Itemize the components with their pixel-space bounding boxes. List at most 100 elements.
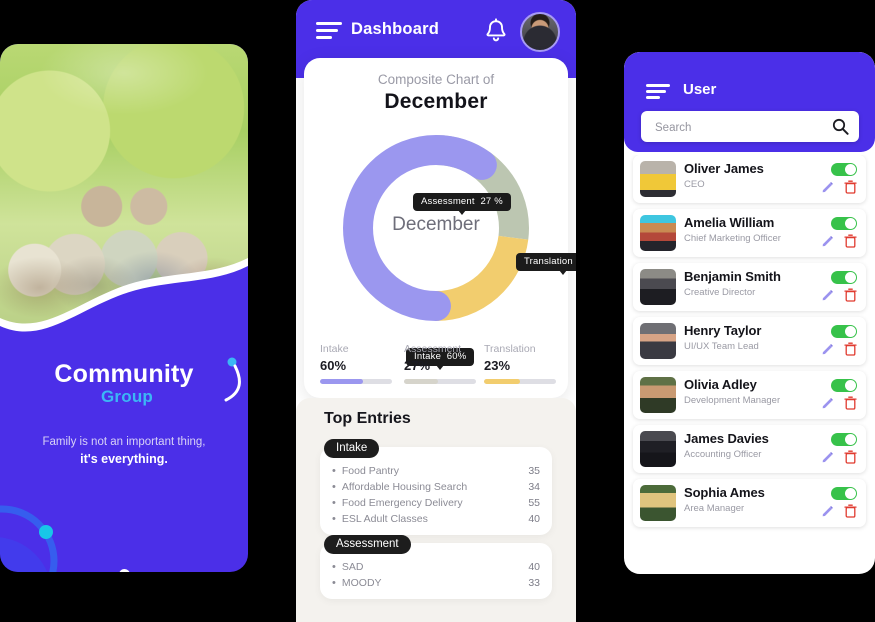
status-toggle[interactable] xyxy=(831,163,857,176)
pencil-icon[interactable] xyxy=(821,505,834,518)
donut-center-label: December xyxy=(392,214,480,235)
user-role: Accounting Officer xyxy=(684,449,762,460)
status-toggle[interactable] xyxy=(831,487,857,500)
entry-group-intake: Intake • Food Pantry 35 • Affordable Hou… xyxy=(320,438,552,535)
trash-icon[interactable] xyxy=(844,234,857,248)
pencil-icon[interactable] xyxy=(821,289,834,302)
trash-icon[interactable] xyxy=(844,180,857,194)
pencil-icon[interactable] xyxy=(821,343,834,356)
legend-bar xyxy=(320,379,392,384)
top-entries-section: Top Entries Intake • Food Pantry 35 • Af… xyxy=(296,398,576,622)
entry-name: Food Pantry xyxy=(341,465,400,477)
splash-body: Community Group Family is not an importa… xyxy=(0,284,248,572)
tooltip-assessment: Assessment 27 % xyxy=(413,193,511,215)
legend-bar xyxy=(484,379,556,384)
table-row[interactable]: Henry Taylor UI/UX Team Lead xyxy=(633,317,866,365)
user-panel-title: User xyxy=(683,81,717,98)
user-role: Creative Director xyxy=(684,287,756,298)
user-name: Amelia William xyxy=(684,215,775,230)
user-panel-header: User xyxy=(624,52,875,152)
bullet-icon: • xyxy=(332,560,336,573)
chart-subtitle: Composite Chart of xyxy=(377,72,495,87)
donut-chart: December Assessment 27 % Translation 23 … xyxy=(334,126,576,370)
legend-value: 60% xyxy=(320,358,347,373)
entry-value: 55 xyxy=(528,497,540,509)
list-item[interactable]: • Affordable Housing Search 34 xyxy=(332,479,540,495)
user-role: CEO xyxy=(684,179,705,190)
avatar xyxy=(640,485,676,521)
status-toggle[interactable] xyxy=(831,379,857,392)
entry-value: 34 xyxy=(528,481,540,493)
trash-icon[interactable] xyxy=(844,288,857,302)
user-role: Chief Marketing Officer xyxy=(684,233,781,244)
user-role: UI/UX Team Lead xyxy=(684,341,759,352)
entry-name: SAD xyxy=(341,561,364,573)
status-toggle[interactable] xyxy=(831,433,857,446)
legend-value: 27% xyxy=(404,358,431,373)
status-toggle[interactable] xyxy=(831,271,857,284)
list-item[interactable]: • ESL Adult Classes 40 xyxy=(332,511,540,527)
pencil-icon[interactable] xyxy=(821,397,834,410)
dashboard-panel: Dashboard Composite Chart of December De… xyxy=(296,0,576,622)
list-item[interactable]: • Food Pantry 35 xyxy=(332,463,540,479)
avatar xyxy=(640,215,676,251)
entry-group-assessment: Assessment • SAD 40 • MOODY 33 xyxy=(320,534,552,599)
user-name: Olivia Adley xyxy=(684,377,757,392)
carousel-dots[interactable] xyxy=(0,566,248,572)
list-item[interactable]: • SAD 40 xyxy=(332,559,540,575)
bullet-icon: • xyxy=(332,464,336,477)
table-row[interactable]: Benjamin Smith Creative Director xyxy=(633,263,866,311)
pencil-icon[interactable] xyxy=(821,181,834,194)
trash-icon[interactable] xyxy=(844,342,857,356)
tooltip-assessment-value: 27 % xyxy=(480,196,503,207)
user-avatar[interactable] xyxy=(520,12,560,52)
trash-icon[interactable] xyxy=(844,504,857,518)
table-row[interactable]: Amelia William Chief Marketing Officer xyxy=(633,209,866,257)
composite-chart-card: Composite Chart of December December Ass… xyxy=(304,58,576,398)
user-list[interactable]: Oliver James CEO Amelia William Chief Ma… xyxy=(624,155,875,574)
status-toggle[interactable] xyxy=(831,217,857,230)
entry-name: Food Emergency Delivery xyxy=(341,497,463,509)
entry-value: 40 xyxy=(528,561,540,573)
bell-icon[interactable] xyxy=(484,18,508,44)
search-box[interactable] xyxy=(641,111,859,144)
tooltip-translation: Translation 23 % xyxy=(516,253,576,275)
entry-value: 35 xyxy=(528,465,540,477)
user-role: Development Manager xyxy=(684,395,781,406)
list-item[interactable]: • MOODY 33 xyxy=(332,575,540,591)
avatar xyxy=(640,377,676,413)
table-row[interactable]: Sophia Ames Area Manager xyxy=(633,479,866,527)
search-icon[interactable] xyxy=(832,118,849,140)
trash-icon[interactable] xyxy=(844,396,857,410)
table-row[interactable]: James Davies Accounting Officer xyxy=(633,425,866,473)
user-name: Benjamin Smith xyxy=(684,269,781,284)
user-name: James Davies xyxy=(684,431,769,446)
brand-lockup: Community Group xyxy=(0,357,248,406)
avatar xyxy=(640,161,676,197)
pencil-icon[interactable] xyxy=(821,451,834,464)
hamburger-icon[interactable] xyxy=(646,84,670,99)
entry-name: ESL Adult Classes xyxy=(341,513,428,525)
user-panel: User Oliver James CEO xyxy=(624,52,875,574)
hamburger-icon[interactable] xyxy=(316,22,342,39)
search-input[interactable] xyxy=(653,111,827,144)
page-title: Dashboard xyxy=(351,20,439,38)
screenshot-stage: Community Group Family is not an importa… xyxy=(0,0,875,622)
list-item[interactable]: • Food Emergency Delivery 55 xyxy=(332,495,540,511)
legend-bar xyxy=(404,379,476,384)
table-row[interactable]: Olivia Adley Development Manager xyxy=(633,371,866,419)
status-toggle[interactable] xyxy=(831,325,857,338)
legend-item-translation: Translation 23% xyxy=(484,343,556,384)
trash-icon[interactable] xyxy=(844,450,857,464)
avatar xyxy=(640,431,676,467)
carousel-dot-2[interactable] xyxy=(118,569,130,572)
pencil-icon[interactable] xyxy=(821,235,834,248)
brand-name-line1: Community xyxy=(54,360,194,388)
entry-value: 33 xyxy=(528,577,540,589)
table-row[interactable]: Oliver James CEO xyxy=(633,155,866,203)
brand-name-line2: Group xyxy=(101,387,153,406)
avatar xyxy=(640,269,676,305)
swoosh-icon xyxy=(224,357,241,402)
bullet-icon: • xyxy=(332,480,336,493)
tooltip-translation-label: Translation xyxy=(524,256,573,267)
